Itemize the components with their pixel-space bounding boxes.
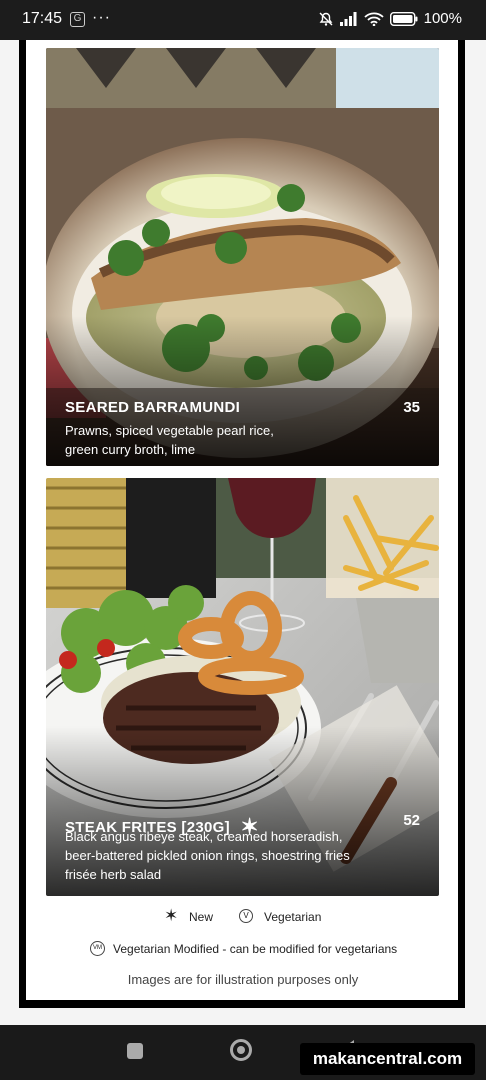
dish-price: 52 [403, 812, 420, 829]
menu-item-card: STEAK FRITES [230G] ✶ 52 Black angus rib… [46, 478, 439, 896]
status-icons: 100% [318, 10, 462, 27]
legend-row: VM Vegetarian Modified - can be modified… [0, 940, 486, 960]
vegetarian-icon: V [239, 909, 253, 923]
recents-button[interactable] [127, 1043, 143, 1059]
app-notification-icon: G [70, 12, 85, 27]
battery-icon [389, 11, 418, 26]
status-bar: 17:45 G ··· 100% [0, 0, 486, 40]
legend-vm-label: Vegetarian Modified - can be modified fo… [113, 942, 398, 956]
legend-new-label: New [189, 910, 214, 924]
disclaimer-text: Images are for illustration purposes onl… [127, 972, 359, 987]
clock: 17:45 [22, 10, 63, 27]
mute-icon [319, 12, 333, 26]
legend-row: ✶ New V Vegetarian [0, 906, 486, 928]
dish-description: Black angus ribeye steak, creamed horser… [65, 829, 350, 882]
dish-price: 35 [403, 399, 420, 416]
signal-icon [339, 11, 357, 26]
vegetarian-modified-icon: VM [90, 941, 105, 956]
legend-vegetarian-label: Vegetarian [264, 910, 322, 924]
dish-description: Prawns, spiced vegetable pearl rice, gre… [65, 423, 274, 457]
dish-title: SEARED BARRAMUNDI [65, 399, 241, 416]
battery-percent: 100% [423, 10, 462, 27]
watermark: makancentral.com [300, 1043, 475, 1075]
wifi-icon [364, 12, 384, 26]
new-star-icon: ✶ [164, 906, 179, 925]
more-notifications-icon: ··· [92, 9, 111, 26]
home-button[interactable] [230, 1039, 252, 1061]
menu-item-card: SEARED BARRAMUNDI 35 Prawns, spiced vege… [46, 48, 439, 466]
menu-page[interactable]: SEARED BARRAMUNDI 35 Prawns, spiced vege… [0, 40, 486, 1025]
